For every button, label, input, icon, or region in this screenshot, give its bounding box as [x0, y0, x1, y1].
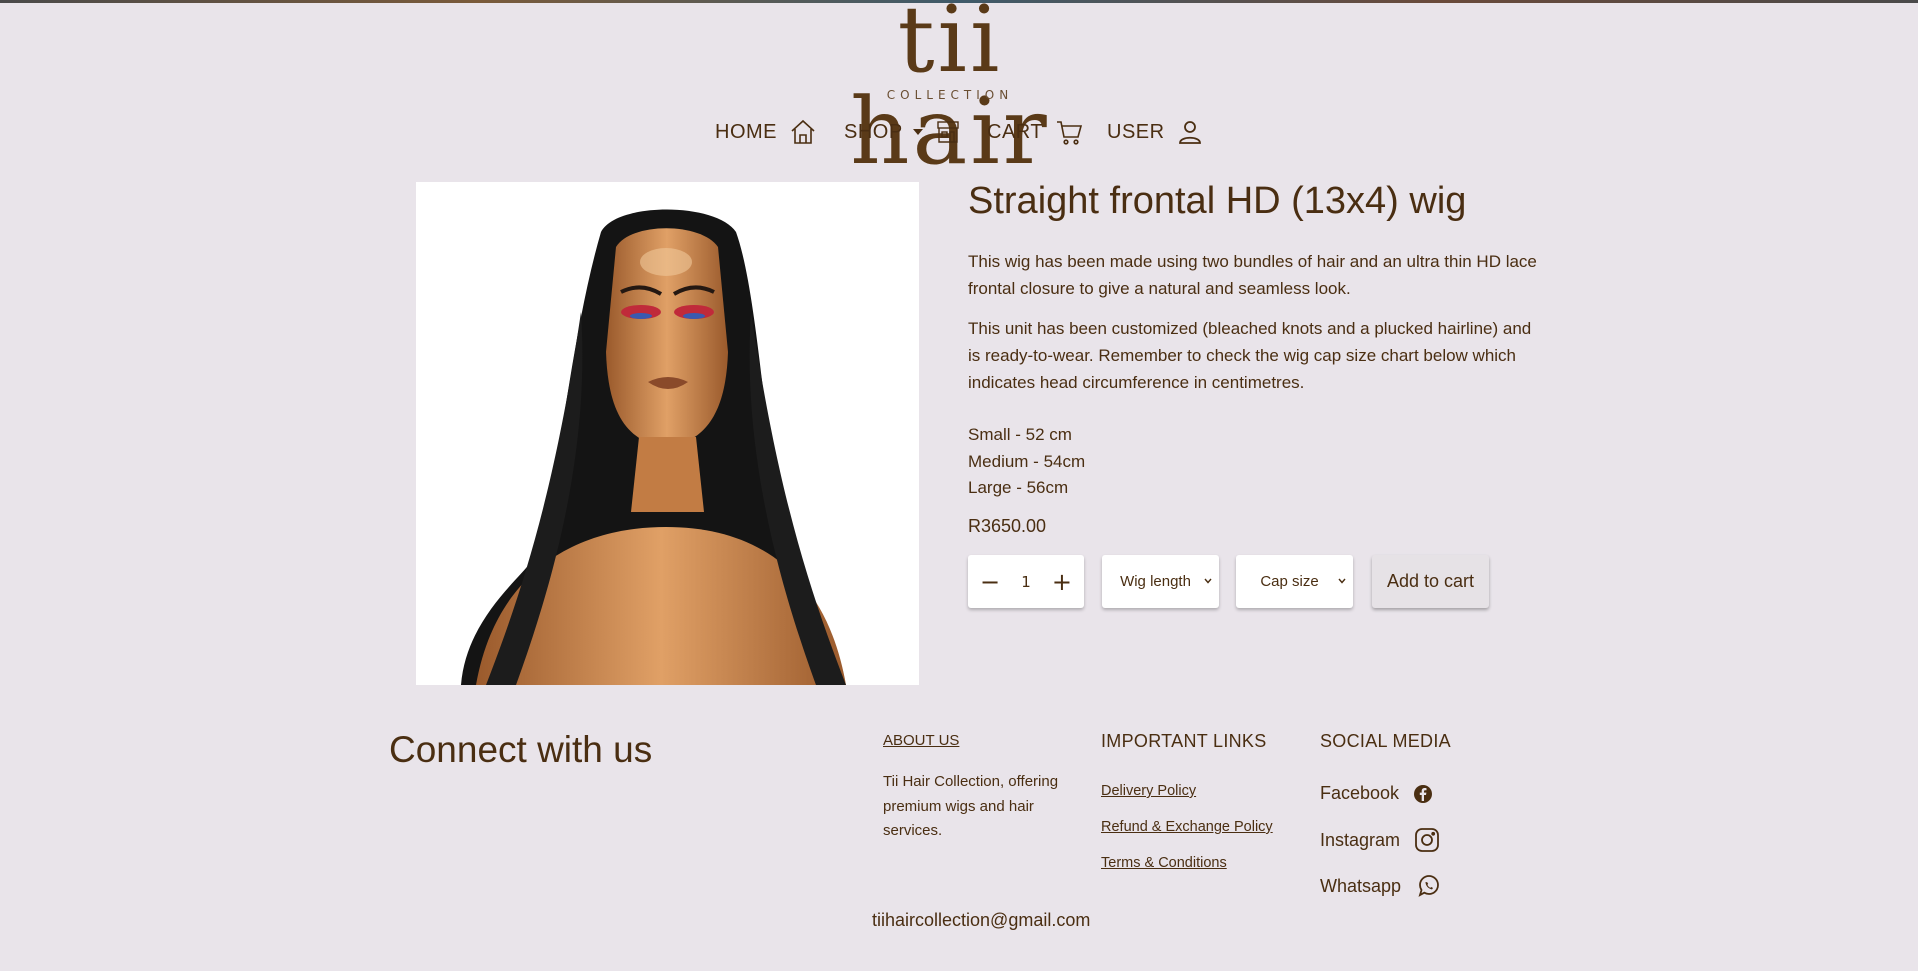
about-text: Tii Hair Collection, offering premium wi…	[883, 773, 1059, 839]
contact-email[interactable]: tiihaircollection@gmail.com	[872, 910, 1090, 931]
product-title: Straight frontal HD (13x4) wig	[968, 180, 1467, 222]
main-nav: HOME SHOP CART USER	[0, 114, 1918, 150]
wig-length-select[interactable]: Wig length	[1102, 555, 1219, 608]
store-icon	[936, 121, 959, 143]
nav-cart-label: CART	[987, 120, 1044, 143]
quantity-value[interactable]: 1	[1021, 573, 1031, 591]
nav-home-label: HOME	[715, 120, 777, 143]
quantity-stepper[interactable]: − 1 +	[968, 555, 1084, 608]
add-to-cart-button[interactable]: Add to cart	[1372, 555, 1489, 608]
chevron-down-icon	[1204, 578, 1212, 584]
refund-exchange-policy-link[interactable]: Refund & Exchange Policy	[1101, 819, 1273, 835]
nav-item-user[interactable]: USER	[1107, 114, 1203, 150]
size-small: Small - 52 cm	[968, 425, 1072, 444]
chevron-down-icon	[1338, 578, 1346, 584]
chevron-down-icon	[912, 129, 923, 135]
product-description-1: This wig has been made using two bundles…	[968, 252, 1537, 298]
instagram-icon	[1415, 828, 1439, 852]
minus-icon[interactable]: −	[980, 570, 1000, 594]
whatsapp-icon	[1418, 875, 1439, 897]
nav-item-cart[interactable]: CART	[987, 114, 1083, 150]
wig-mannequin-illustration	[461, 209, 846, 685]
nav-shop-label: SHOP	[844, 120, 903, 143]
social-media-heading: SOCIAL MEDIA	[1320, 731, 1451, 751]
size-large: Large - 56cm	[968, 478, 1069, 497]
nav-user-label: USER	[1107, 120, 1165, 143]
product-image[interactable]	[416, 182, 919, 685]
size-chart: Small - 52 cm Medium - 54cm Large - 56cm	[968, 422, 1085, 502]
wig-length-select-value: Wig length	[1120, 573, 1191, 590]
cap-size-select-value: Cap size	[1260, 573, 1319, 590]
instagram-link[interactable]: Instagram	[1320, 827, 1440, 853]
whatsapp-link[interactable]: Whatsapp	[1320, 872, 1443, 900]
user-icon	[1178, 121, 1201, 144]
product-description-2: This unit has been customized (bleached …	[968, 319, 1532, 392]
cart-icon	[1057, 121, 1083, 145]
logo-subtext: COLLECTION	[886, 88, 1014, 102]
facebook-icon	[1414, 784, 1433, 803]
nav-item-home[interactable]: HOME	[715, 114, 817, 150]
facebook-label: Facebook	[1320, 783, 1400, 803]
plus-icon[interactable]: +	[1052, 570, 1072, 594]
product-price: R3650.00	[968, 516, 1047, 536]
brand-logo[interactable]: tii hair COLLECTION	[790, 0, 1110, 178]
terms-conditions-link[interactable]: Terms & Conditions	[1101, 855, 1227, 871]
size-medium: Medium - 54cm	[968, 451, 1086, 471]
connect-heading: Connect with us	[389, 729, 653, 770]
cap-size-select[interactable]: Cap size	[1236, 555, 1353, 608]
facebook-link[interactable]: Facebook	[1320, 783, 1433, 804]
home-icon	[791, 119, 815, 144]
nav-item-shop[interactable]: SHOP	[844, 114, 961, 150]
whatsapp-label: Whatsapp	[1320, 875, 1402, 896]
delivery-policy-link[interactable]: Delivery Policy	[1101, 783, 1196, 799]
instagram-label: Instagram	[1320, 829, 1401, 850]
about-us-link[interactable]: ABOUT US	[883, 732, 959, 749]
important-links-heading: IMPORTANT LINKS	[1101, 731, 1267, 751]
